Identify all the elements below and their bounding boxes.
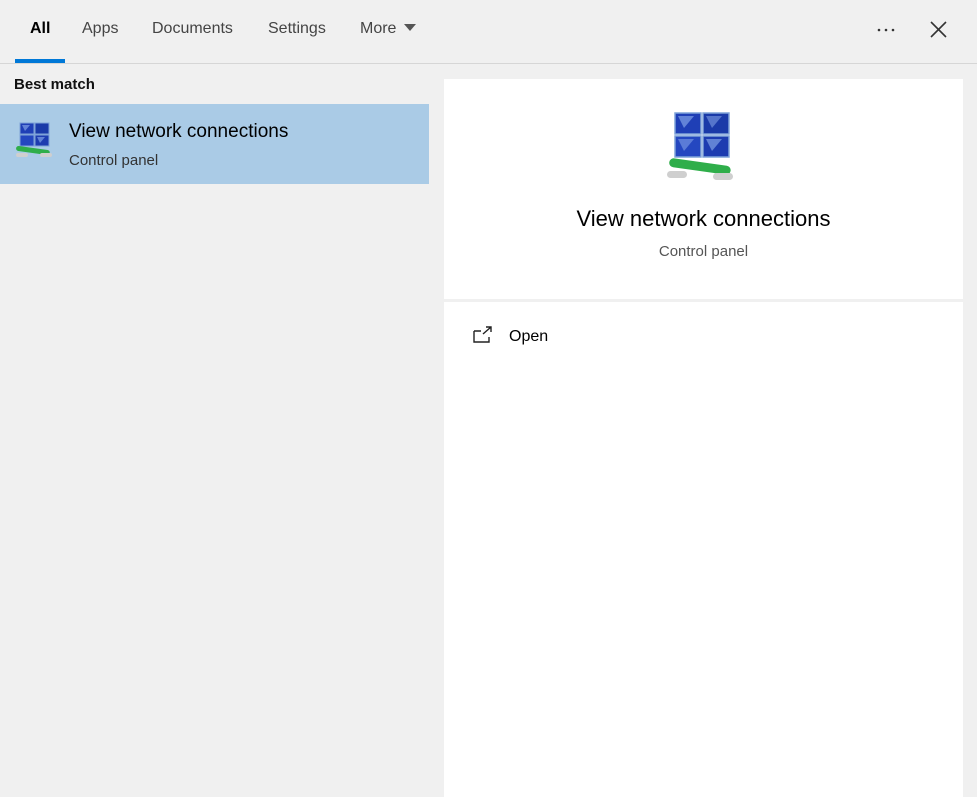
detail-subtitle: Control panel bbox=[658, 243, 749, 260]
active-tab-indicator bbox=[15, 59, 65, 63]
tab-all[interactable]: All bbox=[30, 20, 50, 38]
detail-panel: View network connections Control panel O… bbox=[444, 79, 963, 797]
more-options-button[interactable] bbox=[873, 17, 899, 41]
best-match-heading: Best match bbox=[14, 76, 95, 93]
network-connections-icon bbox=[667, 112, 733, 180]
tab-apps[interactable]: Apps bbox=[82, 20, 118, 38]
tab-settings[interactable]: Settings bbox=[268, 20, 326, 38]
network-connections-icon bbox=[16, 122, 52, 157]
tab-more-label: More bbox=[360, 20, 397, 37]
close-button[interactable] bbox=[926, 17, 952, 43]
search-filter-bar: All Apps Documents Settings More bbox=[0, 0, 977, 64]
detail-divider bbox=[444, 299, 963, 302]
result-title: View network connections bbox=[69, 121, 289, 142]
open-external-icon bbox=[473, 326, 492, 343]
caret-down-icon bbox=[404, 24, 417, 31]
close-icon bbox=[930, 21, 947, 38]
detail-title: View network connections bbox=[576, 206, 831, 231]
tab-documents[interactable]: Documents bbox=[152, 20, 233, 38]
ellipsis-icon bbox=[877, 28, 895, 32]
open-action[interactable]: Open bbox=[472, 323, 672, 353]
open-action-label: Open bbox=[509, 328, 549, 345]
result-item[interactable]: View network connections Control panel bbox=[0, 104, 429, 184]
tab-more[interactable]: More bbox=[360, 20, 417, 38]
result-subtitle: Control panel bbox=[69, 152, 159, 169]
